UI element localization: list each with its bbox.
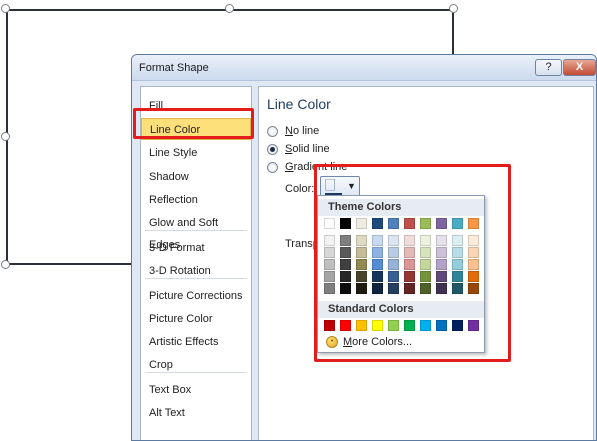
- dialog-title: Format Shape: [139, 62, 209, 74]
- gradient-line-radio[interactable]: [267, 162, 278, 173]
- nav-item-picture-color[interactable]: Picture Color: [141, 308, 251, 330]
- close-button[interactable]: X: [563, 59, 596, 76]
- shape-resize-handle-bottom-left[interactable]: [1, 260, 10, 269]
- shape-resize-handle-top-right[interactable]: [449, 4, 458, 13]
- nav-item-reflection[interactable]: Reflection: [141, 189, 251, 211]
- nav-item-line-style[interactable]: Line Style: [141, 142, 251, 164]
- nav-item-alt-text[interactable]: Alt Text: [141, 402, 251, 424]
- help-button[interactable]: ?: [535, 59, 562, 76]
- nav-item-3-d-format[interactable]: 3-D Format: [141, 237, 251, 259]
- nav-item-picture-corrections[interactable]: Picture Corrections: [141, 285, 251, 307]
- no-line-label[interactable]: No line: [285, 125, 319, 137]
- shape-resize-handle-top[interactable]: [225, 4, 234, 13]
- solid-line-label[interactable]: Solid line: [285, 143, 330, 155]
- panel-title: Line Color: [267, 96, 331, 112]
- no-line-radio[interactable]: [267, 126, 278, 137]
- solid-line-radio[interactable]: [267, 144, 278, 155]
- nav-separator: [145, 372, 247, 373]
- dialog-titlebar[interactable]: Format Shape ? X: [132, 55, 596, 81]
- nav-item-text-box[interactable]: Text Box: [141, 379, 251, 401]
- highlight-box-line-color: [133, 108, 254, 139]
- nav-separator: [145, 278, 247, 279]
- category-nav: Fill Line Color Line Style Shadow Reflection…: [140, 86, 252, 440]
- nav-item-shadow[interactable]: Shadow: [141, 166, 251, 188]
- nav-separator: [145, 230, 247, 231]
- nav-item-artistic-effects[interactable]: Artistic Effects: [141, 331, 251, 353]
- shape-resize-handle-left[interactable]: [1, 132, 10, 141]
- color-label: Color:: [285, 183, 315, 195]
- shape-resize-handle-top-left[interactable]: [1, 4, 10, 13]
- highlight-box-palette: [314, 164, 511, 362]
